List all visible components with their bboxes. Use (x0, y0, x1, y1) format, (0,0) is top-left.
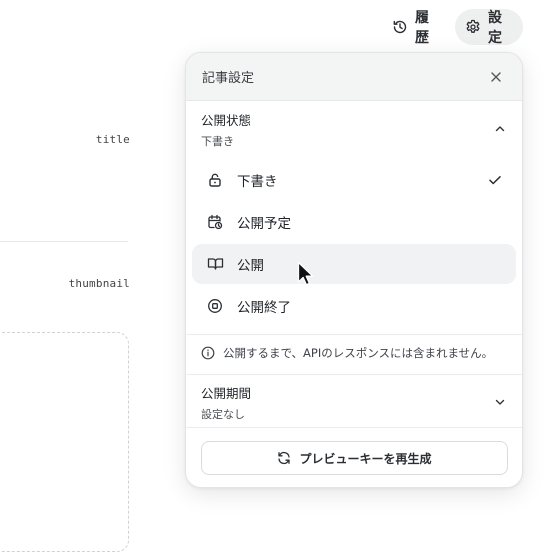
stop-circle-icon (206, 297, 224, 315)
article-settings-panel: 記事設定 公開状態 下書き 下書き 公開予定 公開 公開終了 公開するまで、AP… (185, 52, 523, 488)
title-field-label: title (95, 133, 130, 146)
status-option-ended[interactable]: 公開終了 (192, 286, 516, 326)
divider (186, 374, 522, 375)
mouse-cursor-icon (297, 261, 314, 286)
status-section-toggle[interactable]: 公開状態 下書き (186, 112, 522, 148)
thumbnail-field-label: thumbnail (68, 277, 130, 290)
panel-header: 記事設定 (186, 53, 522, 101)
regenerate-preview-key-label: プレビューキーを再生成 (299, 451, 432, 466)
publish-note: 公開するまで、APIのレスポンスには含まれません。 (201, 345, 493, 361)
status-option-public[interactable]: 公開 (192, 244, 516, 284)
settings-button[interactable]: 設定 (455, 9, 523, 46)
status-option-draft[interactable]: 下書き (192, 160, 516, 200)
check-icon (489, 176, 501, 185)
status-section-title: 公開状態 (201, 112, 252, 128)
history-button[interactable]: 履歴 (382, 9, 452, 46)
status-option-label: 公開終了 (237, 300, 291, 316)
divider (186, 427, 522, 428)
publish-note-text: 公開するまで、APIのレスポンスには含まれません。 (223, 346, 494, 360)
status-option-label: 公開予定 (237, 216, 291, 232)
gear-icon (466, 19, 480, 33)
panel-title: 記事設定 (202, 71, 255, 86)
status-option-label: 公開 (237, 258, 264, 274)
period-value: 設定なし (201, 407, 245, 421)
field-divider (0, 241, 128, 242)
book-open-icon (206, 255, 224, 273)
lock-icon (206, 171, 224, 189)
history-icon (393, 20, 407, 34)
refresh-icon (278, 451, 291, 465)
history-label: 履歴 (415, 10, 429, 46)
settings-label: 設定 (488, 10, 502, 46)
close-button[interactable] (486, 67, 506, 87)
regenerate-preview-key-button[interactable]: プレビューキーを再生成 (201, 441, 508, 475)
calendar-clock-icon (206, 213, 224, 231)
status-current-value: 下書き (201, 134, 234, 148)
info-icon (201, 346, 215, 360)
period-section-toggle[interactable]: 公開期間 設定なし (186, 385, 522, 421)
period-section-title: 公開期間 (201, 385, 252, 401)
close-icon (491, 71, 501, 82)
divider (186, 334, 522, 335)
status-option-label: 下書き (237, 174, 278, 190)
thumbnail-dropzone[interactable] (0, 332, 129, 552)
status-option-scheduled[interactable]: 公開予定 (192, 202, 516, 242)
chevron-down-icon (495, 399, 505, 405)
chevron-up-icon (495, 126, 505, 132)
